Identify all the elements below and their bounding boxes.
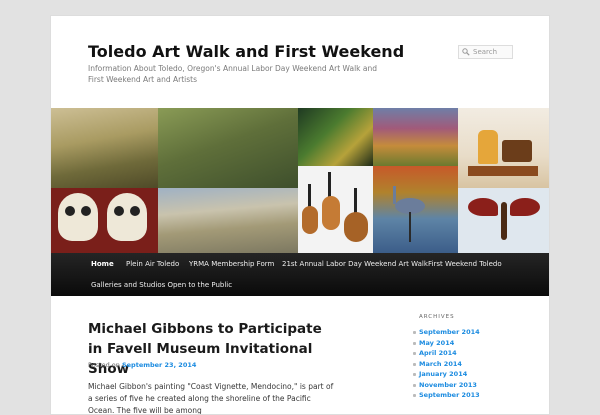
site-title[interactable]: Toledo Art Walk and First Weekend	[88, 42, 404, 61]
archive-link[interactable]: March 2014	[413, 359, 480, 370]
nav-item-home[interactable]: Home	[91, 260, 114, 268]
archive-link[interactable]: September 2014	[413, 327, 480, 338]
archive-link[interactable]: November 2013	[413, 380, 480, 391]
dunes-painting-tile	[158, 188, 298, 254]
post-title[interactable]: Michael Gibbons to Participate in Favell…	[88, 319, 328, 379]
archives-widget: ARCHIVES September 2014 May 2014 April 2…	[413, 314, 480, 401]
moth-sculpture-tile	[458, 188, 549, 254]
archives-heading: ARCHIVES	[419, 314, 455, 320]
search-input[interactable]: Search	[458, 45, 513, 59]
nav-item-yrma-membership-form[interactable]: YRMA Membership Form	[189, 260, 274, 268]
vases-tile	[298, 166, 373, 254]
field-painting-tile	[373, 108, 458, 166]
nav-item-labor-day-art-walk[interactable]: 21st Annual Labor Day Weekend Art Walk	[282, 260, 428, 268]
page: Toledo Art Walk and First Weekend Inform…	[50, 15, 550, 415]
nav-item-plein-air-toledo[interactable]: Plein Air Toledo	[126, 260, 179, 268]
search-icon	[459, 45, 473, 59]
post-date-link[interactable]: September 23, 2014	[122, 361, 196, 369]
archive-link[interactable]: May 2014	[413, 338, 480, 349]
archive-link[interactable]: September 2013	[413, 390, 480, 401]
abstract-painting-tile	[298, 108, 373, 166]
site-description: Information About Toledo, Oregon's Annua…	[88, 64, 377, 84]
post-meta: Posted on September 23, 2014	[88, 361, 196, 369]
post-excerpt: Michael Gibbon's painting "Coast Vignett…	[88, 382, 334, 415]
nav-item-galleries-and-studios[interactable]: Galleries and Studios Open to the Public	[91, 281, 232, 289]
fish-painting-tile	[158, 108, 298, 188]
header-image-collage	[51, 108, 549, 254]
posted-prefix: Posted on	[88, 361, 120, 369]
main-navigation: Home Plein Air Toledo YRMA Membership Fo…	[51, 253, 549, 296]
archive-link[interactable]: January 2014	[413, 369, 480, 380]
nav-item-first-weekend-toledo[interactable]: First Weekend Toledo	[428, 260, 502, 268]
landscape-painting-tile	[51, 108, 158, 188]
skulls-tile	[51, 188, 158, 254]
sculpture-tile	[458, 108, 549, 188]
archive-link[interactable]: April 2014	[413, 348, 480, 359]
heron-painting-tile	[373, 166, 458, 254]
search-placeholder: Search	[473, 48, 498, 56]
